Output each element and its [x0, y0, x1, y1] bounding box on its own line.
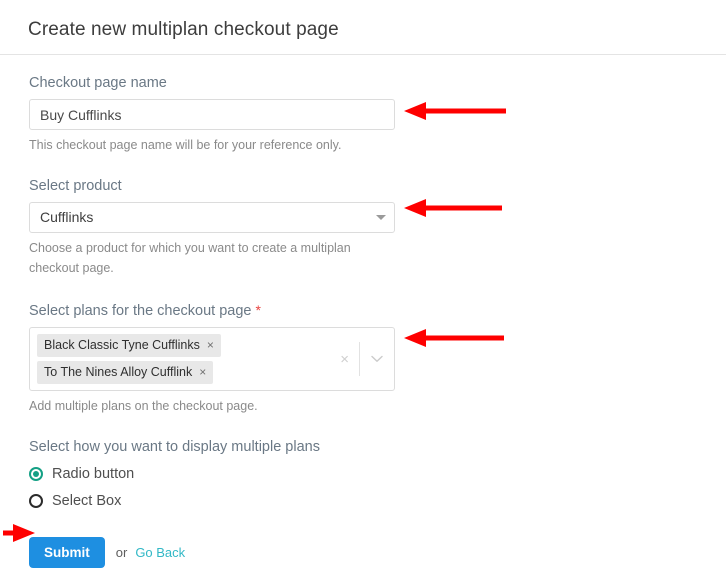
checkout-page-name-help: This checkout page name will be for your… — [29, 138, 342, 152]
page-title: Create new multiplan checkout page — [28, 19, 339, 40]
select-plans-label: Select plans for the checkout page * — [29, 302, 261, 319]
selected-plan-chips: Black Classic Tyne Cufflinks × To The Ni… — [37, 334, 334, 384]
radio-selected-icon[interactable] — [29, 467, 43, 481]
display-mode-label: Select how you want to display multiple … — [29, 439, 320, 455]
plan-chip-label: Black Classic Tyne Cufflinks — [44, 338, 200, 352]
radio-unselected-icon[interactable] — [29, 494, 43, 508]
clear-selection-icon[interactable]: × — [330, 352, 359, 367]
radio-option-label: Radio button — [52, 466, 135, 482]
radio-option-select-box[interactable]: Select Box — [29, 492, 726, 510]
select-product-label: Select product — [29, 178, 122, 194]
checkout-page-name-input[interactable] — [29, 99, 395, 130]
select-product-wrapper[interactable]: Cufflinks — [29, 202, 395, 233]
chip-remove-icon[interactable]: × — [207, 339, 214, 351]
required-asterisk: * — [255, 302, 261, 318]
chip-remove-icon[interactable]: × — [199, 366, 206, 378]
radio-option-radio-button[interactable]: Radio button — [29, 465, 726, 483]
plan-chip[interactable]: Black Classic Tyne Cufflinks × — [37, 334, 221, 357]
field-select-plans: Select plans for the checkout page * Bla… — [29, 301, 726, 416]
go-back-link[interactable]: Go Back — [135, 545, 185, 560]
form-actions: Submit or Go Back — [29, 537, 726, 568]
page-header: Create new multiplan checkout page — [0, 0, 726, 40]
field-select-product: Select product Cufflinks Choose a produc… — [29, 177, 726, 278]
field-checkout-page-name: Checkout page name This checkout page na… — [29, 74, 726, 155]
checkout-page-name-label: Checkout page name — [29, 75, 167, 91]
select-plans-help: Add multiple plans on the checkout page. — [29, 399, 258, 413]
plan-chip[interactable]: To The Nines Alloy Cufflink × — [37, 361, 214, 384]
create-checkout-page-form: Checkout page name This checkout page na… — [0, 74, 726, 568]
radio-option-label: Select Box — [52, 493, 122, 509]
select-product-value[interactable]: Cufflinks — [29, 202, 395, 233]
plan-chip-label: To The Nines Alloy Cufflink — [44, 365, 193, 379]
or-separator-label: or — [115, 545, 128, 560]
select-product-help: Choose a product for which you want to c… — [29, 241, 351, 275]
select-plans-label-text: Select plans for the checkout page — [29, 303, 252, 319]
multiselect-actions: × — [330, 328, 394, 390]
submit-button[interactable]: Submit — [29, 537, 105, 568]
field-display-mode: Select how you want to display multiple … — [29, 438, 726, 510]
select-plans-multiselect[interactable]: Black Classic Tyne Cufflinks × To The Ni… — [29, 327, 395, 391]
chevron-down-icon — [376, 215, 386, 220]
chevron-down-icon[interactable] — [360, 355, 394, 363]
header-divider — [0, 54, 726, 55]
